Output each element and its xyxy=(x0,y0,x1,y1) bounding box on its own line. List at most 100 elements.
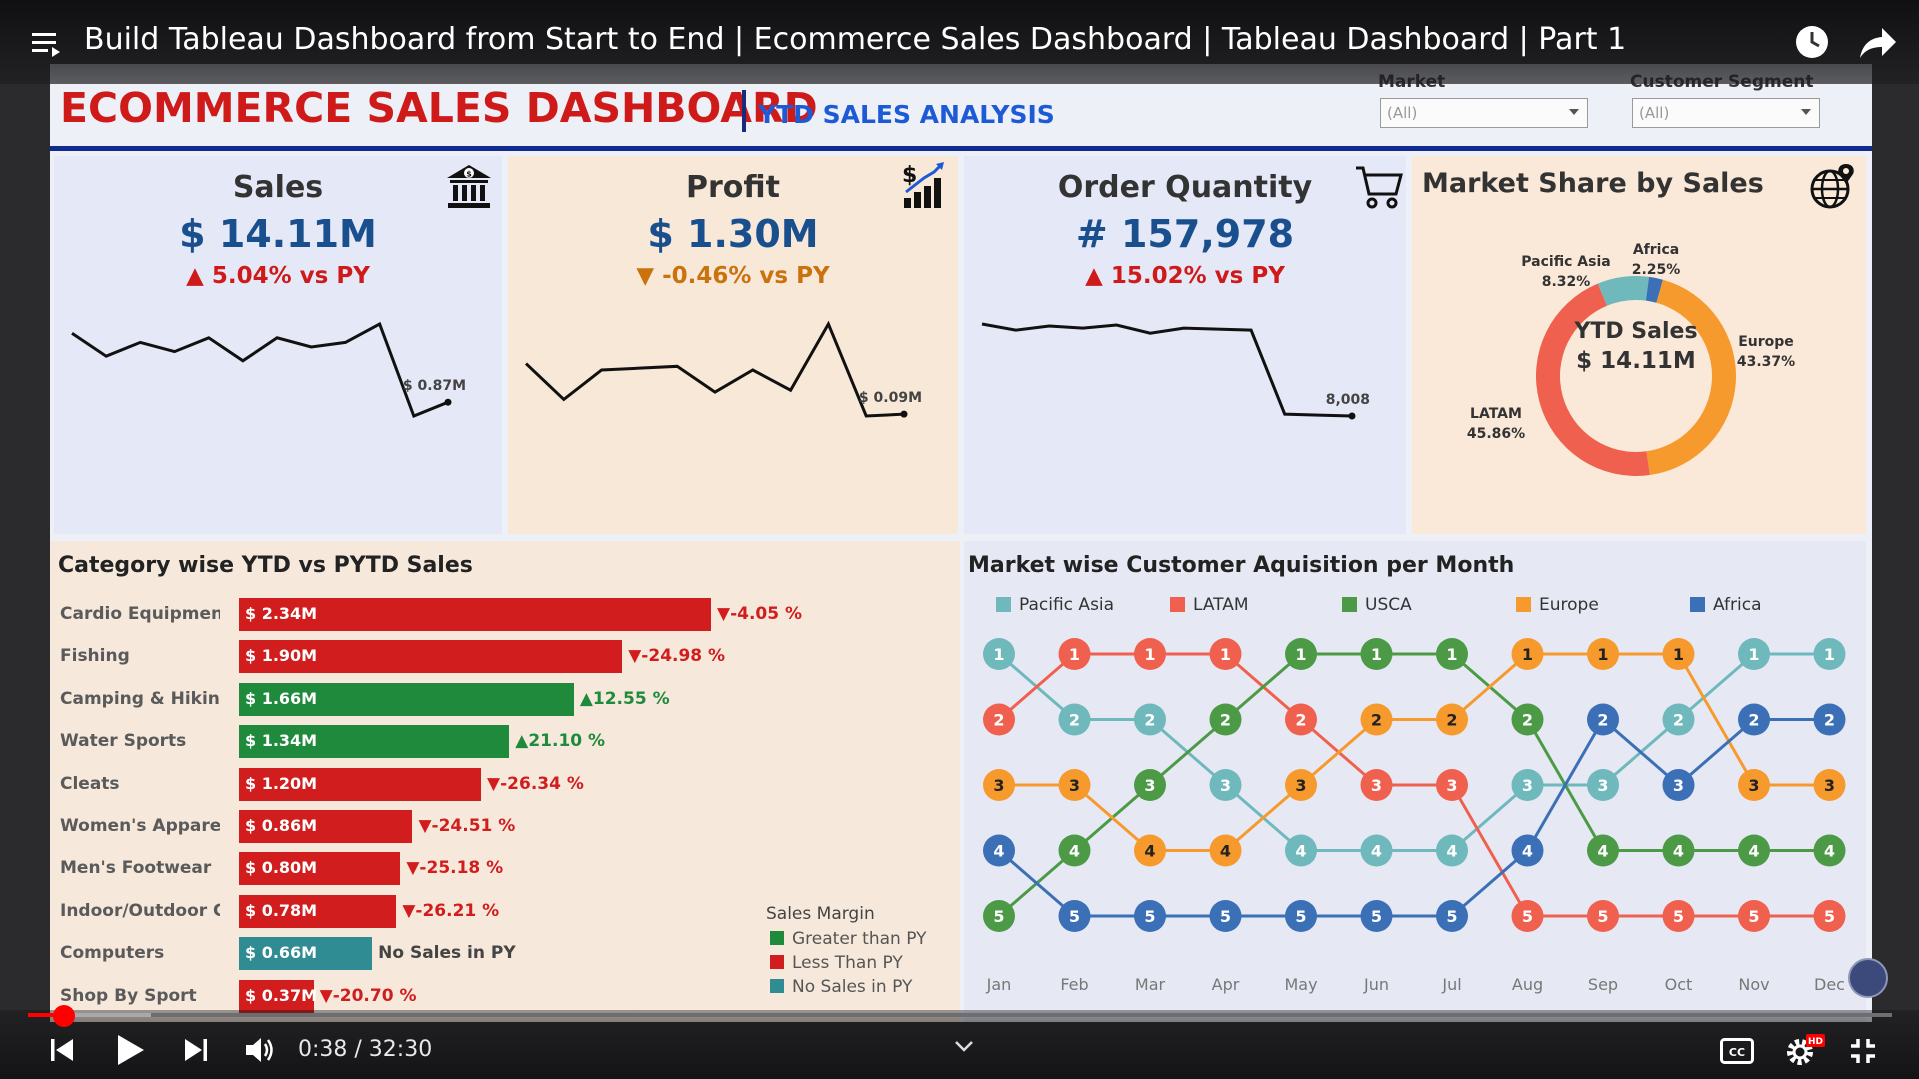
category-bar-row[interactable]: Women's Apparel $ 0.86M ▼-24.51 % xyxy=(50,810,960,844)
acquisition-rank-point[interactable]: 1 xyxy=(1134,638,1166,670)
acquisition-rank-point[interactable]: 2 xyxy=(1134,703,1166,736)
acquisition-rank-point[interactable]: 2 xyxy=(983,703,1015,736)
acquisition-rank-point[interactable]: 1 xyxy=(1285,638,1317,670)
category-sales-bar[interactable]: $ 0.78M xyxy=(239,894,397,928)
share-arrow-icon[interactable] xyxy=(1858,26,1898,60)
video-player[interactable]: Build Tableau Dashboard from Start to En… xyxy=(0,0,1919,1079)
category-bar-row[interactable]: Fishing $ 1.90M ▼-24.98 % xyxy=(50,640,960,674)
market-share-card[interactable]: Market Share by Sales YTD Sales $ 14.11M… xyxy=(1412,156,1866,534)
acquisition-rank-point[interactable]: 2 xyxy=(1436,703,1468,736)
acquisition-rank-point[interactable]: 1 xyxy=(1813,638,1846,670)
acquisition-rank-point[interactable]: 5 xyxy=(1058,900,1091,932)
acquisition-rank-point[interactable]: 3 xyxy=(1285,769,1317,801)
category-sales-bar[interactable]: $ 2.34M xyxy=(239,598,711,631)
acquisition-rank-point[interactable]: 4 xyxy=(1738,834,1770,867)
acquisition-rank-point[interactable]: 5 xyxy=(1587,900,1619,932)
acquisition-rank-point[interactable]: 5 xyxy=(1813,900,1846,932)
category-bar-row[interactable]: Cleats $ 1.20M ▼-26.34 % xyxy=(50,767,960,802)
acquisition-rank-point[interactable]: 1 xyxy=(1058,638,1091,670)
volume-speaker-icon[interactable] xyxy=(244,1035,276,1065)
donut-slice[interactable] xyxy=(1536,283,1650,476)
next-video-icon[interactable] xyxy=(182,1036,210,1064)
watch-later-clock-icon[interactable] xyxy=(1794,24,1830,60)
market-share-donut-chart[interactable]: YTD Sales $ 14.11M Pacific Asia 8.32% Afri… xyxy=(1412,156,1866,534)
previous-video-icon[interactable] xyxy=(48,1036,76,1064)
category-sales-bar[interactable]: $ 0.66M xyxy=(239,937,373,971)
acquisition-rank-point[interactable]: 4 xyxy=(1436,834,1468,867)
category-sales-bar[interactable]: $ 0.86M xyxy=(239,810,413,843)
category-bar-row[interactable]: Camping & Hiking $ 1.66M ▲12.55 % xyxy=(50,682,960,717)
acquisition-rank-point[interactable]: 5 xyxy=(983,900,1015,932)
acquisition-rank-point[interactable]: 4 xyxy=(1662,834,1695,867)
acquisition-rank-point[interactable]: 2 xyxy=(1058,703,1091,736)
acquisition-rank-point[interactable]: 4 xyxy=(983,834,1015,867)
playlist-menu-icon[interactable] xyxy=(30,28,62,58)
acquisition-rank-point[interactable]: 2 xyxy=(1587,703,1619,736)
acquisition-rank-point[interactable]: 2 xyxy=(1662,703,1695,736)
acquisition-rank-point[interactable]: 1 xyxy=(1360,638,1393,670)
acquisition-rank-point[interactable]: 1 xyxy=(1587,638,1619,670)
acquisition-rank-point[interactable]: 5 xyxy=(1662,900,1695,932)
acquisition-rank-point[interactable]: 5 xyxy=(1738,900,1770,932)
category-bar-row[interactable]: Cardio Equipment $ 2.34M ▼-4.05 % xyxy=(50,598,960,632)
acquisition-rank-point[interactable]: 3 xyxy=(983,769,1015,801)
acquisition-rank-point[interactable]: 1 xyxy=(983,638,1015,670)
play-icon[interactable] xyxy=(114,1033,146,1067)
acquisition-rank-point[interactable]: 3 xyxy=(1813,769,1846,801)
chevron-down-icon[interactable] xyxy=(954,1040,974,1052)
acquisition-rank-point[interactable]: 4 xyxy=(1285,834,1317,867)
acquisition-rank-point[interactable]: 1 xyxy=(1209,638,1242,670)
acquisition-rank-point[interactable]: 2 xyxy=(1511,703,1544,736)
category-sales-bar[interactable]: $ 0.80M xyxy=(239,852,401,886)
category-sales-bar[interactable]: $ 1.90M xyxy=(239,640,623,674)
category-sales-bar[interactable]: $ 0.37M xyxy=(239,979,317,1013)
profit-kpi-card[interactable]: Profit $ 1.30M ▼ -0.46% vs PY $ $ 0.09M xyxy=(508,156,958,534)
profit-trend-sparkline[interactable]: $ 0.09M xyxy=(508,306,958,534)
sales-kpi-card[interactable]: Sales $ 14.11M ▲ 5.04% vs PY $ $ 0.87M xyxy=(54,156,502,534)
sales-trend-sparkline[interactable]: $ 0.87M xyxy=(54,306,502,534)
donut-slice[interactable] xyxy=(1646,279,1736,476)
acquisition-rank-point[interactable]: 2 xyxy=(1209,703,1242,736)
acquisition-rank-point[interactable]: 2 xyxy=(1813,703,1846,736)
acquisition-rank-point[interactable]: 2 xyxy=(1360,703,1393,736)
channel-avatar[interactable] xyxy=(1848,958,1888,998)
acquisition-rank-point[interactable]: 5 xyxy=(1209,900,1242,932)
progress-bar[interactable] xyxy=(28,1013,1892,1017)
order-quantity-trend-sparkline[interactable]: 8,008 xyxy=(964,306,1406,534)
order-quantity-kpi-card[interactable]: Order Quantity # 157,978 ▲ 15.02% vs PY … xyxy=(964,156,1406,534)
category-sales-bar[interactable]: $ 1.34M xyxy=(239,725,510,759)
acquisition-rank-point[interactable]: 4 xyxy=(1511,834,1544,867)
category-bar-row[interactable]: Water Sports $ 1.34M ▲21.10 % xyxy=(50,725,960,759)
acquisition-rank-point[interactable]: 5 xyxy=(1134,900,1166,932)
acquisition-rank-point[interactable]: 5 xyxy=(1285,900,1317,932)
legend-item-no-sales[interactable]: No Sales in PY xyxy=(770,977,912,997)
acquisition-rank-point[interactable]: 3 xyxy=(1360,769,1393,801)
acquisition-rank-point[interactable]: 4 xyxy=(1360,834,1393,867)
acquisition-rank-point[interactable]: 3 xyxy=(1662,769,1695,801)
acquisition-rank-point[interactable]: 1 xyxy=(1738,638,1770,670)
acquisition-rank-point[interactable]: 2 xyxy=(1738,703,1770,736)
acquisition-rank-point[interactable]: 3 xyxy=(1587,769,1619,801)
acquisition-rank-point[interactable]: 3 xyxy=(1738,769,1770,801)
acquisition-rank-point[interactable]: 1 xyxy=(1662,638,1695,670)
legend-item-greater[interactable]: Greater than PY xyxy=(770,929,926,949)
acquisition-rank-point[interactable]: 2 xyxy=(1285,703,1317,736)
acquisition-rank-point[interactable]: 4 xyxy=(1209,834,1242,867)
category-sales-bar[interactable]: $ 1.66M xyxy=(239,682,574,716)
category-bar-row[interactable]: Men's Footwear $ 0.80M ▼-25.18 % xyxy=(50,852,960,886)
acquisition-rank-point[interactable]: 4 xyxy=(1587,834,1619,867)
acquisition-rank-point[interactable]: 4 xyxy=(1058,834,1091,867)
closed-captions-icon[interactable]: CC xyxy=(1720,1038,1754,1064)
acquisition-rank-point[interactable]: 3 xyxy=(1134,769,1166,801)
acquisition-rank-point[interactable]: 1 xyxy=(1511,638,1544,670)
acquisition-rank-point[interactable]: 3 xyxy=(1436,769,1468,801)
acquisition-rank-point[interactable]: 5 xyxy=(1436,900,1468,932)
acquisition-rank-point[interactable]: 3 xyxy=(1058,769,1091,801)
acquisition-rank-point[interactable]: 4 xyxy=(1813,834,1846,867)
acquisition-rank-point[interactable]: 5 xyxy=(1360,900,1393,932)
legend-item-less[interactable]: Less Than PY xyxy=(770,953,903,973)
category-sales-bar[interactable]: $ 1.20M xyxy=(239,767,482,801)
market-filter-dropdown[interactable]: (All) xyxy=(1380,98,1588,128)
segment-filter-dropdown[interactable]: (All) xyxy=(1632,98,1820,128)
acquisition-rank-point[interactable]: 1 xyxy=(1436,638,1468,670)
